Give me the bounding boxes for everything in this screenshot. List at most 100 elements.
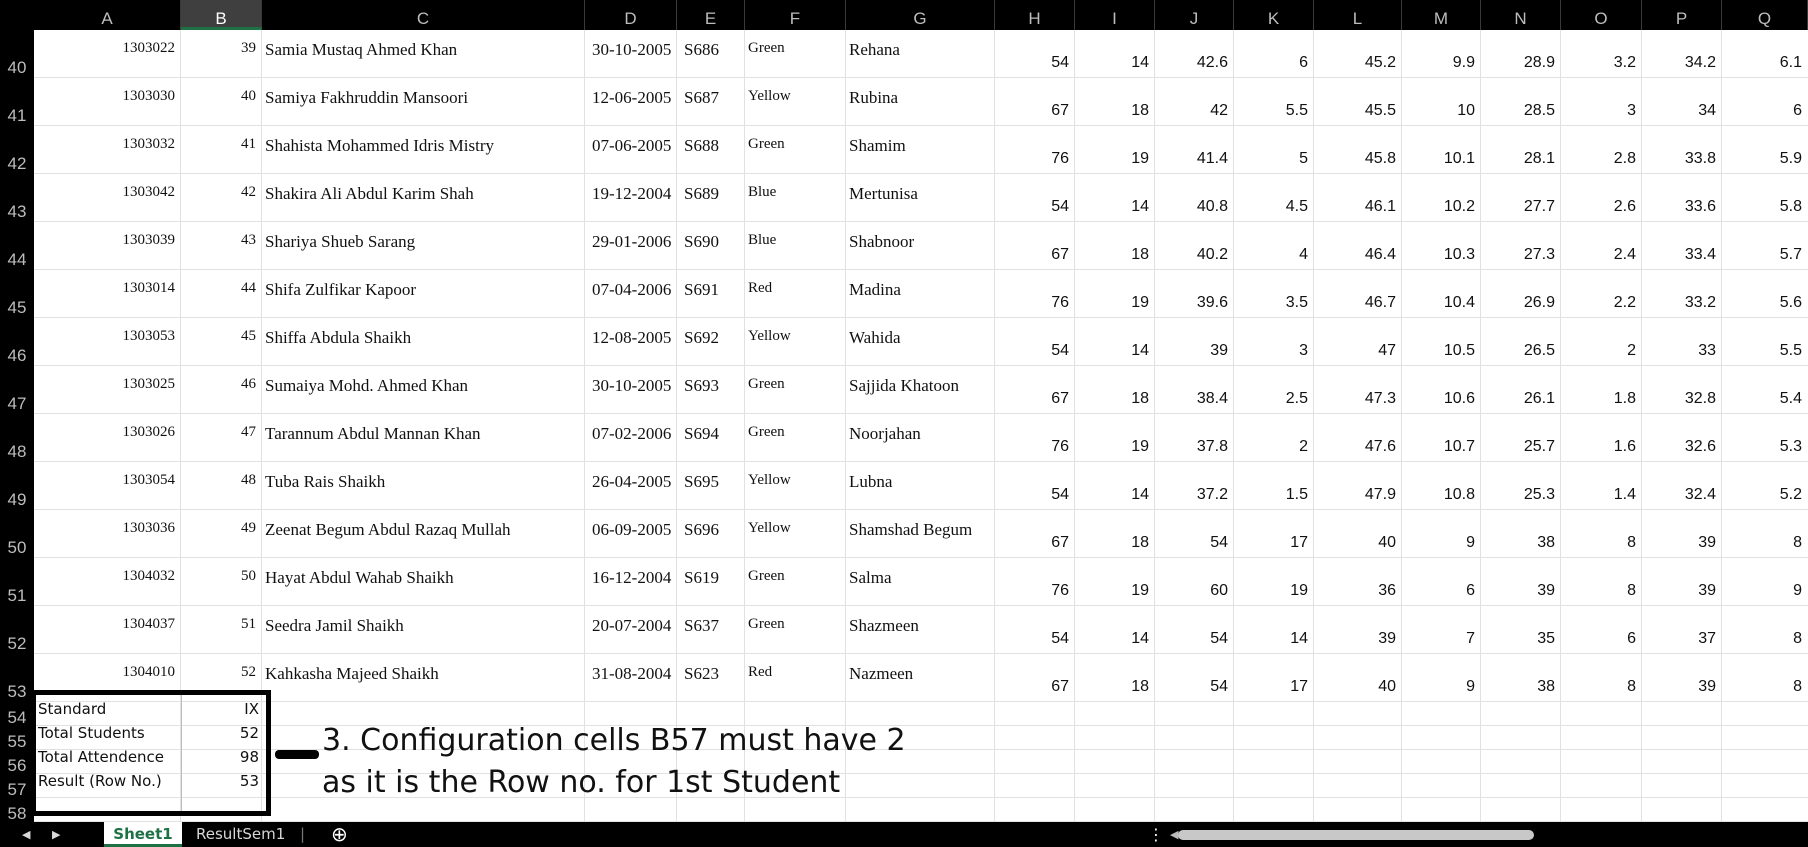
column-header-f[interactable]: F [745, 0, 846, 30]
cell-m44[interactable]: 10.3 [1402, 246, 1475, 264]
cell-q47[interactable]: 5.4 [1722, 390, 1802, 408]
prev-sheet-icon[interactable]: ◀ [22, 822, 30, 847]
row-header-40[interactable]: 40 [0, 30, 34, 78]
cell-h51[interactable]: 76 [995, 582, 1069, 600]
cell-p40[interactable]: 34.2 [1642, 54, 1716, 72]
cell-h48[interactable]: 76 [995, 438, 1069, 456]
cell-e40[interactable]: S686 [684, 40, 719, 60]
cell-q53[interactable]: 8 [1722, 678, 1802, 696]
cell-e53[interactable]: S623 [684, 664, 719, 684]
cell-l41[interactable]: 45.5 [1314, 102, 1396, 120]
cell-h52[interactable]: 54 [995, 630, 1069, 648]
add-sheet-icon[interactable]: ⊕ [331, 822, 348, 847]
cell-f50[interactable]: Yellow [748, 520, 791, 537]
cell-q46[interactable]: 5.5 [1722, 342, 1802, 360]
cell-i45[interactable]: 19 [1075, 294, 1149, 312]
cell-a45[interactable]: 1303014 [34, 280, 176, 297]
column-header-c[interactable]: C [262, 0, 585, 30]
cell-d52[interactable]: 20-07-2004 [592, 616, 671, 636]
row-header-52[interactable]: 52 [0, 606, 34, 654]
cell-k45[interactable]: 3.5 [1234, 294, 1308, 312]
select-all-corner[interactable] [0, 0, 34, 30]
cell-o43[interactable]: 2.6 [1561, 198, 1636, 216]
cell-j48[interactable]: 37.8 [1155, 438, 1228, 456]
cell-k47[interactable]: 2.5 [1234, 390, 1308, 408]
cell-c45[interactable]: Shifa Zulfikar Kapoor [265, 280, 416, 300]
cell-j50[interactable]: 54 [1155, 534, 1228, 552]
cell-m46[interactable]: 10.5 [1402, 342, 1475, 360]
cell-e51[interactable]: S619 [684, 568, 719, 588]
config-value[interactable]: 52 [181, 724, 259, 742]
cell-c49[interactable]: Tuba Rais Shaikh [265, 472, 385, 492]
cell-l45[interactable]: 46.7 [1314, 294, 1396, 312]
cell-l42[interactable]: 45.8 [1314, 150, 1396, 168]
cell-g42[interactable]: Shamim [849, 136, 906, 156]
cell-i48[interactable]: 19 [1075, 438, 1149, 456]
cell-k42[interactable]: 5 [1234, 150, 1308, 168]
cell-h44[interactable]: 67 [995, 246, 1069, 264]
cell-o49[interactable]: 1.4 [1561, 486, 1636, 504]
cell-b46[interactable]: 45 [181, 328, 256, 345]
cell-a49[interactable]: 1303054 [34, 472, 176, 489]
row-header-55[interactable]: 55 [0, 726, 34, 751]
cell-e46[interactable]: S692 [684, 328, 719, 348]
cell-h49[interactable]: 54 [995, 486, 1069, 504]
column-header-q[interactable]: Q [1722, 0, 1808, 30]
cell-p45[interactable]: 33.2 [1642, 294, 1716, 312]
cell-h47[interactable]: 67 [995, 390, 1069, 408]
cell-g51[interactable]: Salma [849, 568, 892, 588]
cell-f46[interactable]: Yellow [748, 328, 791, 345]
cell-l40[interactable]: 45.2 [1314, 54, 1396, 72]
cell-e44[interactable]: S690 [684, 232, 719, 252]
cell-f51[interactable]: Green [748, 568, 785, 585]
cell-f49[interactable]: Yellow [748, 472, 791, 489]
cell-o42[interactable]: 2.8 [1561, 150, 1636, 168]
cell-e47[interactable]: S693 [684, 376, 719, 396]
cell-h42[interactable]: 76 [995, 150, 1069, 168]
cell-b43[interactable]: 42 [181, 184, 256, 201]
cell-p47[interactable]: 32.8 [1642, 390, 1716, 408]
cell-m42[interactable]: 10.1 [1402, 150, 1475, 168]
cell-a47[interactable]: 1303025 [34, 376, 176, 393]
cell-m47[interactable]: 10.6 [1402, 390, 1475, 408]
cell-i47[interactable]: 18 [1075, 390, 1149, 408]
horizontal-scrollbar[interactable] [1178, 830, 1534, 840]
cell-k41[interactable]: 5.5 [1234, 102, 1308, 120]
cell-n49[interactable]: 25.3 [1481, 486, 1555, 504]
cell-b53[interactable]: 52 [181, 664, 256, 681]
cell-h41[interactable]: 67 [995, 102, 1069, 120]
cell-a40[interactable]: 1303022 [34, 40, 176, 57]
cell-g43[interactable]: Mertunisa [849, 184, 918, 204]
cell-k51[interactable]: 19 [1234, 582, 1308, 600]
cell-e45[interactable]: S691 [684, 280, 719, 300]
cell-j40[interactable]: 42.6 [1155, 54, 1228, 72]
row-header-44[interactable]: 44 [0, 222, 34, 270]
cell-l43[interactable]: 46.1 [1314, 198, 1396, 216]
cell-f43[interactable]: Blue [748, 184, 776, 201]
column-header-j[interactable]: J [1155, 0, 1234, 30]
cell-n48[interactable]: 25.7 [1481, 438, 1555, 456]
cell-a44[interactable]: 1303039 [34, 232, 176, 249]
cell-p49[interactable]: 32.4 [1642, 486, 1716, 504]
cell-b45[interactable]: 44 [181, 280, 256, 297]
cell-p43[interactable]: 33.6 [1642, 198, 1716, 216]
row-header-46[interactable]: 46 [0, 318, 34, 366]
cell-i53[interactable]: 18 [1075, 678, 1149, 696]
cell-c41[interactable]: Samiya Fakhruddin Mansoori [265, 88, 468, 108]
cell-p41[interactable]: 34 [1642, 102, 1716, 120]
tab-sheet1[interactable]: Sheet1 [104, 822, 182, 847]
cell-q50[interactable]: 8 [1722, 534, 1802, 552]
cell-b44[interactable]: 43 [181, 232, 256, 249]
cell-g48[interactable]: Noorjahan [849, 424, 921, 444]
cell-c52[interactable]: Seedra Jamil Shaikh [265, 616, 404, 636]
cell-a51[interactable]: 1304032 [34, 568, 176, 585]
cell-o41[interactable]: 3 [1561, 102, 1636, 120]
cell-c53[interactable]: Kahkasha Majeed Shaikh [265, 664, 439, 684]
column-header-h[interactable]: H [995, 0, 1075, 30]
cell-j53[interactable]: 54 [1155, 678, 1228, 696]
cell-m48[interactable]: 10.7 [1402, 438, 1475, 456]
cell-p50[interactable]: 39 [1642, 534, 1716, 552]
cell-i40[interactable]: 14 [1075, 54, 1149, 72]
row-header-51[interactable]: 51 [0, 558, 34, 606]
column-header-b[interactable]: B [181, 0, 262, 30]
